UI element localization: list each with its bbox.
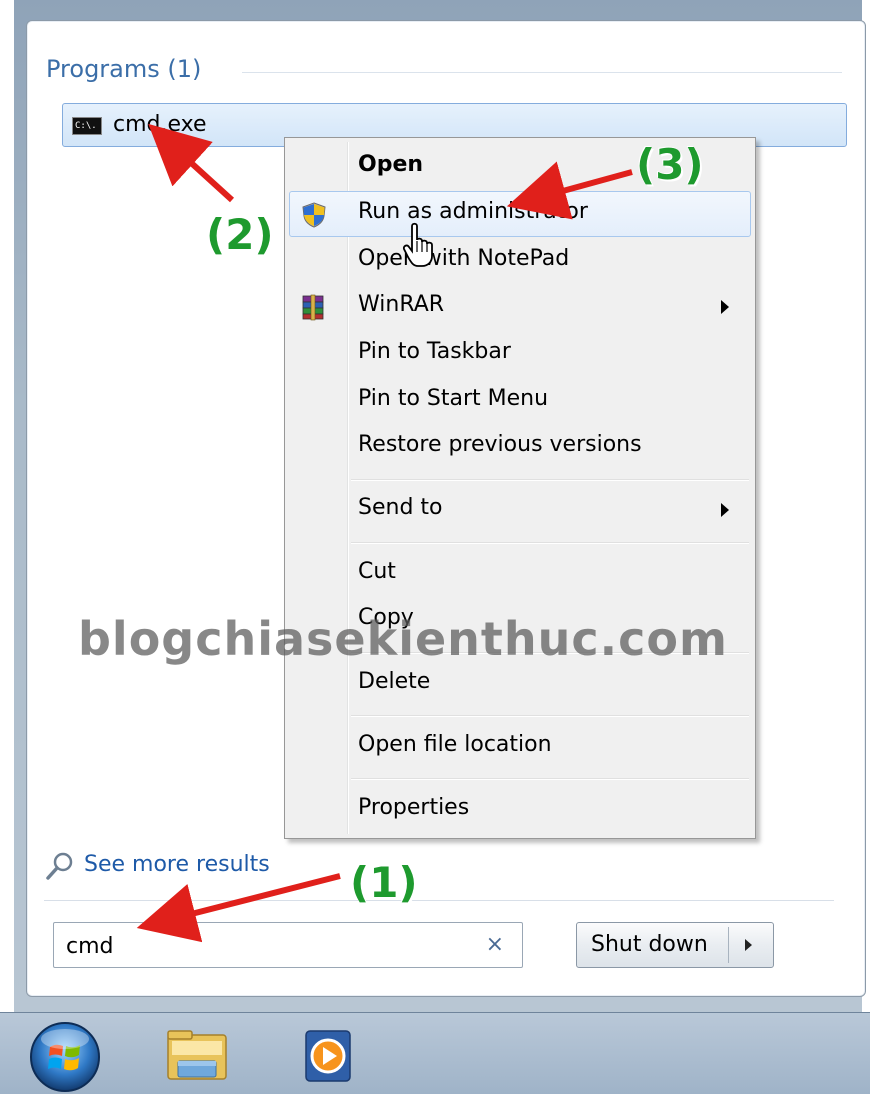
bottom-divider xyxy=(44,900,834,901)
menu-item-label: Restore previous versions xyxy=(358,432,642,457)
frame-left-edge xyxy=(0,0,14,1012)
menu-item-cut[interactable]: Cut xyxy=(289,551,751,597)
search-input[interactable] xyxy=(64,929,468,963)
menu-separator xyxy=(351,542,749,544)
menu-item-label: Open xyxy=(358,152,424,177)
menu-separator xyxy=(351,479,749,481)
watermark-text: blogchiasekienthuc.com xyxy=(78,612,728,666)
windows-media-player-icon[interactable] xyxy=(296,1025,360,1087)
annotation-step-3: (3) xyxy=(636,140,704,189)
console-icon: C:\. xyxy=(72,117,102,135)
menu-item-pin-to-start-menu[interactable]: Pin to Start Menu xyxy=(289,378,751,424)
shutdown-split-divider xyxy=(728,927,729,963)
submenu-arrow-icon xyxy=(721,503,729,517)
menu-separator xyxy=(351,778,749,780)
menu-separator xyxy=(351,715,749,717)
heading-divider xyxy=(242,72,842,73)
winrar-icon xyxy=(302,294,324,321)
start-search-box[interactable]: × xyxy=(53,922,523,968)
menu-item-label: Pin to Start Menu xyxy=(358,386,549,411)
see-more-results-label: See more results xyxy=(84,852,270,877)
programs-heading: Programs (1) xyxy=(46,55,202,83)
menu-item-send-to[interactable]: Send to xyxy=(289,487,751,533)
windows-explorer-icon[interactable] xyxy=(162,1025,234,1087)
menu-item-run-as-administrator[interactable]: Run as administrator xyxy=(289,191,751,237)
context-menu: Open Run as administrator Open with Note… xyxy=(284,137,756,839)
submenu-arrow-icon xyxy=(721,300,729,314)
menu-item-delete[interactable]: Delete xyxy=(289,661,751,707)
menu-item-label: Cut xyxy=(358,559,396,584)
menu-item-label: Properties xyxy=(358,795,470,820)
menu-item-restore-previous-versions[interactable]: Restore previous versions xyxy=(289,424,751,470)
annotation-step-2: (2) xyxy=(206,210,274,259)
menu-item-pin-to-taskbar[interactable]: Pin to Taskbar xyxy=(289,331,751,377)
menu-item-label: Pin to Taskbar xyxy=(358,339,511,364)
clear-search-icon[interactable]: × xyxy=(486,932,504,957)
menu-item-label: Delete xyxy=(358,669,431,694)
search-result-label: cmd.exe xyxy=(113,112,207,137)
menu-item-label: Run as administrator xyxy=(358,199,588,224)
hand-cursor-icon xyxy=(402,222,433,267)
menu-item-label: Open file location xyxy=(358,732,552,757)
search-icon xyxy=(46,852,73,880)
menu-item-open-with-notepad[interactable]: Open with NotePad xyxy=(289,238,751,284)
menu-item-label: Send to xyxy=(358,495,443,520)
uac-shield-icon xyxy=(302,202,326,228)
menu-item-open-file-location[interactable]: Open file location xyxy=(289,724,751,770)
shutdown-button[interactable]: Shut down xyxy=(576,922,774,968)
taskbar xyxy=(0,1012,870,1094)
annotation-step-1: (1) xyxy=(350,858,418,907)
shutdown-label: Shut down xyxy=(591,932,708,957)
start-orb-icon[interactable] xyxy=(26,1017,104,1093)
menu-item-label: WinRAR xyxy=(358,292,445,317)
menu-item-properties[interactable]: Properties xyxy=(289,787,751,833)
menu-item-label: Open with NotePad xyxy=(358,246,570,271)
menu-item-winrar[interactable]: WinRAR xyxy=(289,284,751,330)
shutdown-options-arrow-icon[interactable] xyxy=(745,939,752,951)
